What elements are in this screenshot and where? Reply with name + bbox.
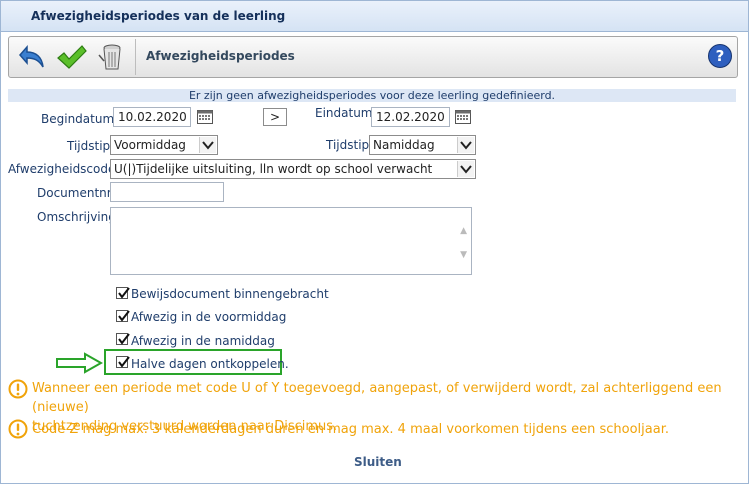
- afwezig-voormiddag-label: Afwezig in de voormiddag: [131, 310, 287, 324]
- warning-message-z: Code Z mag max. 3 kalenderdagen duren en…: [32, 420, 669, 439]
- undo-icon[interactable]: [17, 41, 49, 73]
- tijdstip-begin-select[interactable]: Voormiddag: [110, 135, 218, 155]
- tijdstip-eind-value: Namiddag: [373, 138, 435, 152]
- begindatum-label: Begindatum: [41, 112, 115, 126]
- help-icon[interactable]: ?: [707, 43, 739, 75]
- info-message: Er zijn geen afwezigheidsperiodes voor d…: [8, 89, 736, 102]
- toolbar-separator: [135, 39, 136, 75]
- tijdstip-begin-label: Tijdstip: [67, 139, 111, 153]
- chevron-down-icon: [199, 137, 216, 153]
- afwezig-voormiddag-checkbox[interactable]: [116, 310, 130, 322]
- warning-line: Code Z mag max. 3 kalenderdagen duren en…: [32, 422, 669, 437]
- calendar-icon[interactable]: [455, 110, 471, 124]
- bewijsdocument-label: Bewijsdocument binnengebracht: [131, 287, 329, 301]
- afwezig-namiddag-checkbox[interactable]: [116, 333, 130, 345]
- shift-date-button[interactable]: >: [263, 108, 287, 126]
- warning-icon: [8, 379, 28, 402]
- einddatum-input[interactable]: 12.02.2020: [371, 107, 450, 127]
- toolbar-title: Afwezigheidsperiodes: [146, 49, 295, 63]
- chevron-down-icon: [457, 161, 474, 177]
- scroll-down-icon[interactable]: ▼: [460, 250, 467, 260]
- documentnr-label: Documentnr.: [37, 186, 115, 200]
- chevron-down-icon: [457, 137, 474, 153]
- arrow-right-icon: [55, 352, 104, 377]
- bewijsdocument-checkbox[interactable]: [116, 287, 130, 299]
- halve-dagen-checkbox[interactable]: [116, 356, 130, 368]
- afwezig-namiddag-label: Afwezig in de namiddag: [131, 334, 275, 348]
- afwezigheidscode-value: U(|)Tijdelijke uitsluiting, lln wordt op…: [114, 162, 433, 176]
- toolbar: Afwezigheidsperiodes ?: [8, 36, 738, 78]
- svg-text:?: ?: [716, 47, 725, 65]
- tijdstip-eind-label: Tijdstip: [326, 138, 370, 152]
- afwezigheidscode-select[interactable]: U(|)Tijdelijke uitsluiting, lln wordt op…: [110, 159, 476, 179]
- halve-dagen-label: Halve dagen ontkoppelen.: [131, 357, 289, 371]
- warning-icon: [8, 419, 28, 442]
- documentnr-input[interactable]: [110, 182, 224, 202]
- calendar-icon[interactable]: [197, 110, 213, 124]
- trash-icon[interactable]: [95, 41, 127, 73]
- begindatum-input[interactable]: 10.02.2020: [113, 107, 191, 127]
- omschrijving-textarea[interactable]: ▲ ▼: [110, 207, 472, 275]
- tijdstip-begin-value: Voormiddag: [114, 138, 186, 152]
- einddatum-label: Eindatum: [315, 106, 373, 120]
- window-title: Afwezigheidsperiodes van de leerling: [31, 9, 286, 23]
- omschrijving-label: Omschrijving: [37, 210, 116, 224]
- afwezigheidscode-label: Afwezigheidscode: [8, 162, 116, 176]
- checkmark-save-icon[interactable]: [55, 41, 87, 73]
- close-button[interactable]: Sluiten: [354, 455, 402, 469]
- window-title-bar: Afwezigheidsperiodes van de leerling: [0, 0, 749, 32]
- scroll-up-icon[interactable]: ▲: [460, 226, 467, 236]
- warning-line: Wanneer een periode met code U of Y toeg…: [32, 381, 722, 415]
- tijdstip-eind-select[interactable]: Namiddag: [369, 135, 476, 155]
